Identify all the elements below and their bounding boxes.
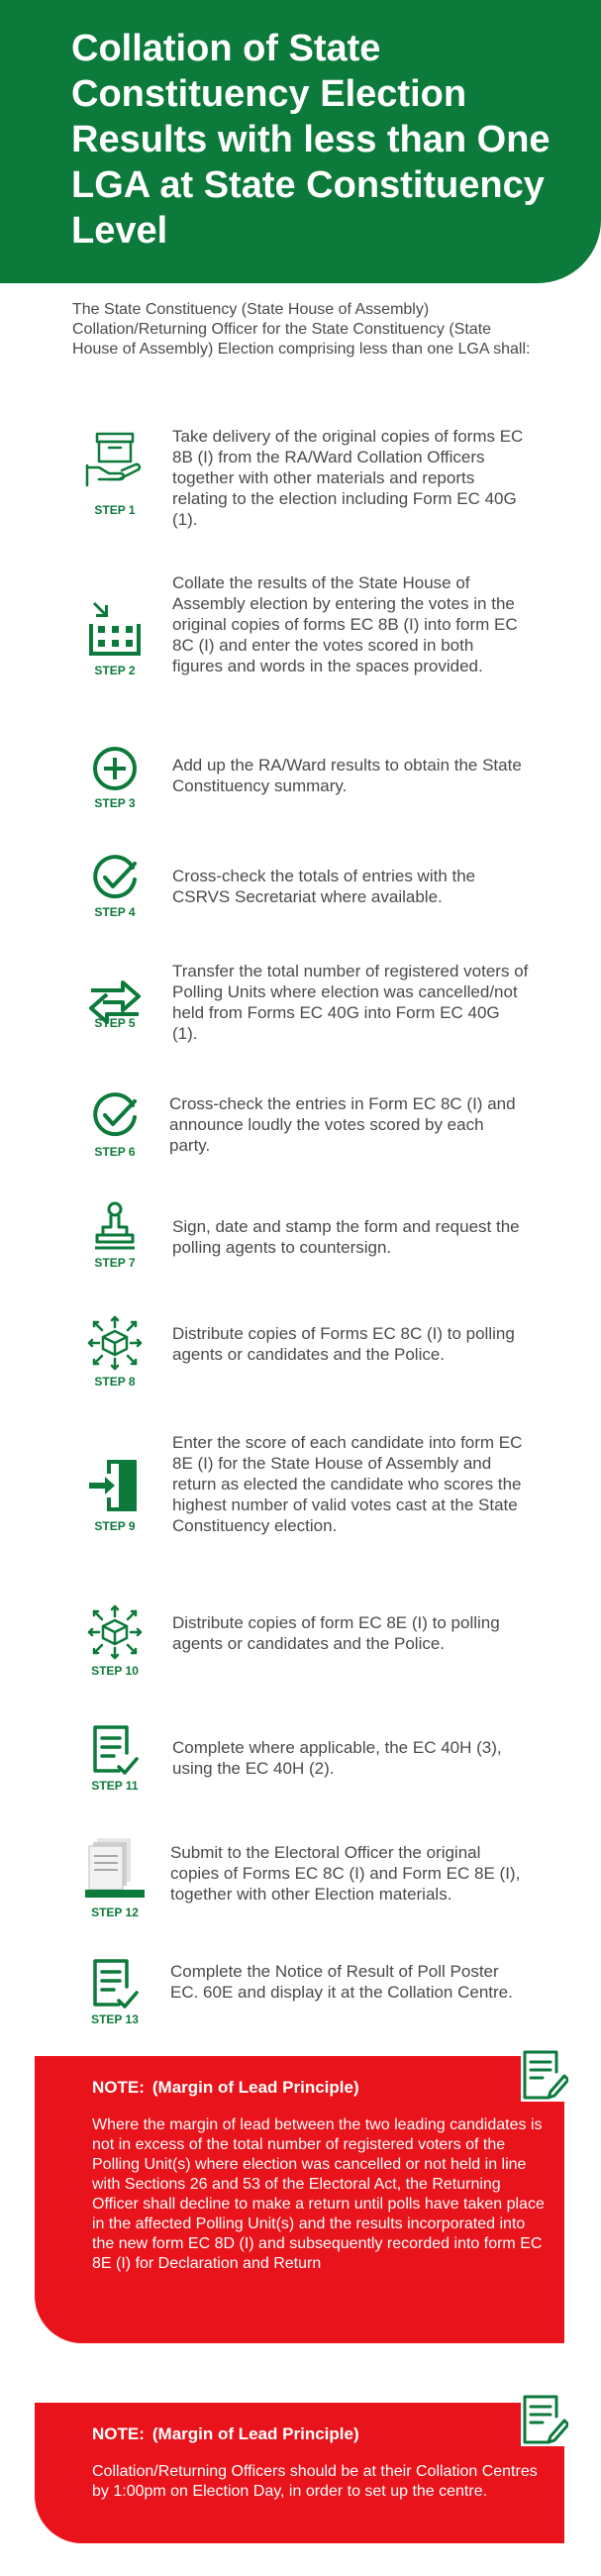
checklist-document-icon	[83, 1723, 147, 1787]
note-box-margin-of-lead: NOTE: (Margin of Lead Principle) Where th…	[35, 2056, 564, 2343]
note-prefix: NOTE:	[92, 2078, 145, 2097]
step-label: STEP 12	[91, 1906, 139, 1919]
note-title: NOTE: (Margin of Lead Principle)	[92, 2424, 359, 2444]
document-pen-icon	[519, 2046, 568, 2104]
step-label: STEP 5	[94, 1016, 136, 1030]
step-label: STEP 7	[94, 1256, 136, 1270]
distribute-icon	[83, 1604, 147, 1668]
note-prefix: NOTE:	[92, 2424, 145, 2443]
document-pen-icon	[519, 2391, 568, 2448]
intro-paragraph: The State Constituency (State House of A…	[72, 301, 531, 358]
step-text: Submit to the Electoral Officer the orig…	[170, 1843, 521, 1904]
step-label: STEP 8	[94, 1375, 136, 1389]
page-title: Collation of State Constituency Election…	[71, 28, 551, 252]
step-label: STEP 9	[94, 1519, 136, 1533]
note-box-arrival-time: NOTE: (Margin of Lead Principle) Collatio…	[35, 2403, 564, 2543]
step-text: Distribute copies of form EC 8E (I) to p…	[172, 1613, 500, 1653]
step-label: STEP 6	[94, 1145, 136, 1159]
delivery-box-icon	[83, 428, 147, 491]
step-label: STEP 1	[94, 503, 136, 517]
step-text: Cross-check the entries in Form EC 8C (I…	[169, 1094, 516, 1155]
step-text: Distribute copies of Forms EC 8C (I) to …	[172, 1324, 515, 1364]
step-text: Enter the score of each candidate into f…	[172, 1433, 523, 1535]
step-text: Take delivery of the original copies of …	[172, 427, 524, 529]
door-enter-icon	[83, 1456, 147, 1519]
note-body: Collation/Returning Officers should be a…	[92, 2463, 538, 2500]
note-title: NOTE: (Margin of Lead Principle)	[92, 2078, 359, 2098]
stamp-icon	[83, 1200, 147, 1264]
step-label: STEP 13	[91, 2012, 139, 2026]
document-stack-icon	[83, 1836, 147, 1900]
checklist-document-icon	[83, 1957, 147, 2020]
step-label: STEP 4	[94, 905, 136, 919]
note-heading: (Margin of Lead Principle)	[151, 2424, 359, 2443]
step-label: STEP 10	[91, 1664, 139, 1678]
step-label: STEP 11	[91, 1779, 139, 1793]
step-label: STEP 3	[94, 796, 136, 810]
step-label: STEP 2	[94, 664, 136, 677]
step-text: Complete where applicable, the EC 40H (3…	[172, 1738, 502, 1778]
step-text: Transfer the total number of registered …	[172, 962, 529, 1043]
collate-grid-icon	[83, 598, 147, 662]
step-text: Sign, date and stamp the form and reques…	[172, 1217, 520, 1257]
distribute-icon	[83, 1315, 147, 1379]
step-text: Complete the Notice of Result of Poll Po…	[170, 1962, 513, 2002]
step-text: Collate the results of the State House o…	[172, 573, 518, 675]
step-text: Add up the RA/Ward results to obtain the…	[172, 756, 522, 795]
note-body: Where the margin of lead between the two…	[92, 2116, 545, 2272]
header-banner: Collation of State Constituency Election…	[0, 0, 601, 283]
step-text: Cross-check the totals of entries with t…	[172, 867, 476, 906]
note-heading: (Margin of Lead Principle)	[151, 2078, 359, 2097]
